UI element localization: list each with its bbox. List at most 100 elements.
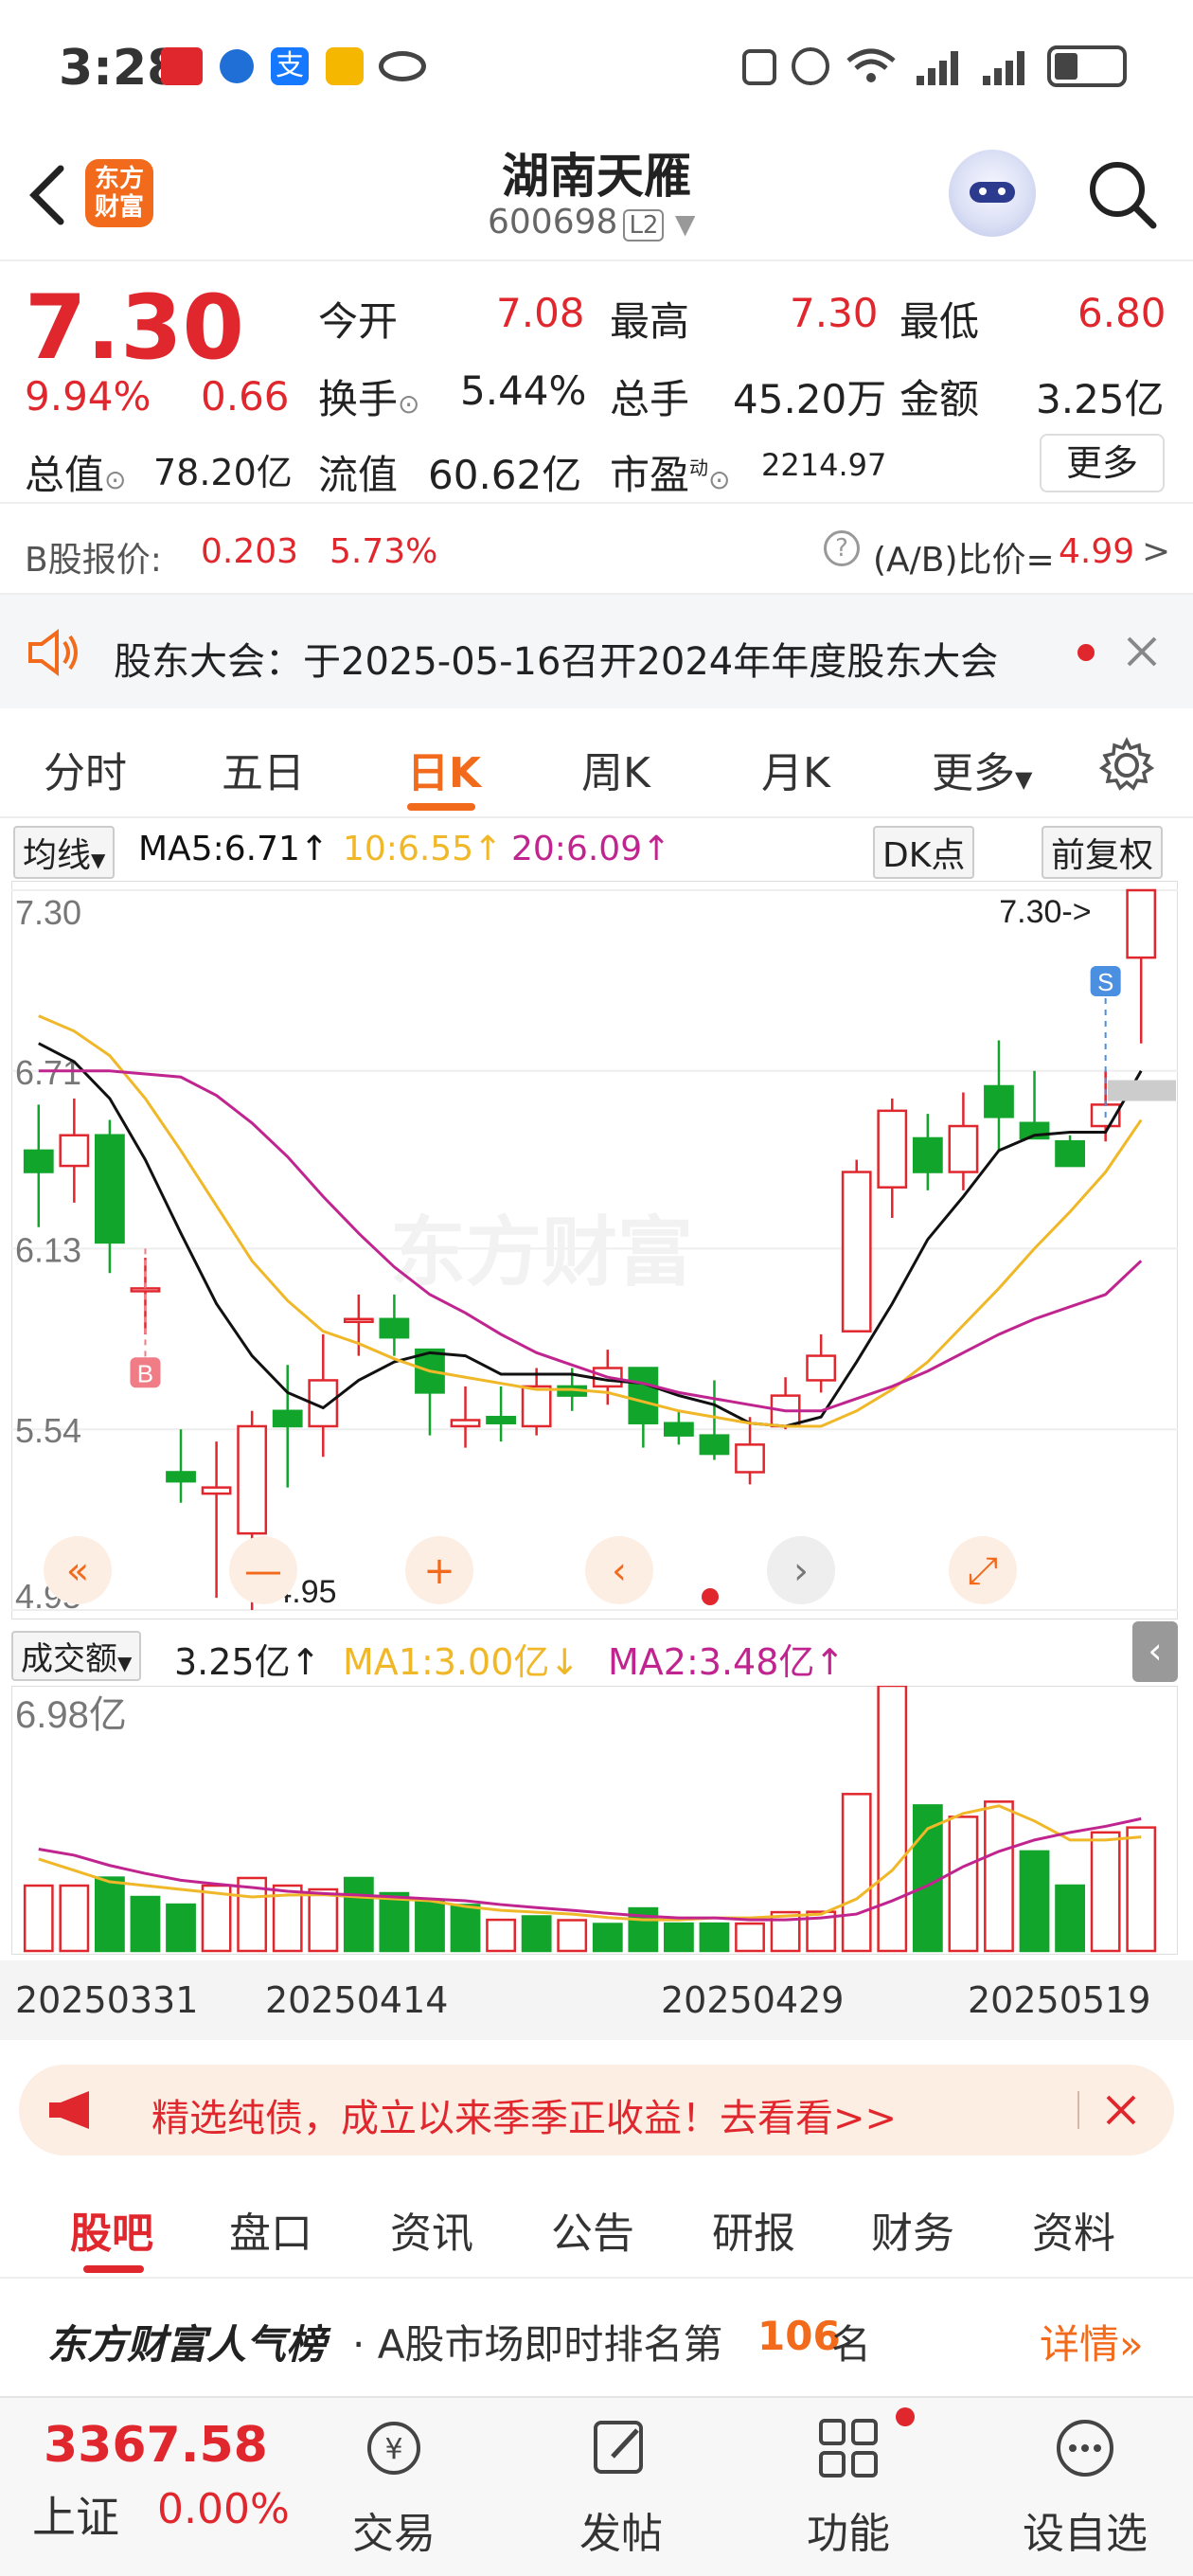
volume-bar bbox=[166, 1903, 196, 1953]
low-label: 最低 bbox=[899, 298, 980, 345]
minus-icon[interactable]: — bbox=[229, 1536, 297, 1604]
add-watchlist-button[interactable]: 设自选 bbox=[1000, 2407, 1170, 2560]
tab-orderbook[interactable]: 盘口 bbox=[229, 2199, 312, 2260]
collapse-panel-icon[interactable]: ‹ bbox=[1132, 1621, 1178, 1682]
right-icon-glyph: › bbox=[793, 1549, 809, 1593]
b-share-row[interactable]: B股报价: 0.203 5.73% ? (A/B)比价= 4.99 > bbox=[0, 504, 1193, 595]
candle bbox=[237, 1424, 268, 1535]
nfc-icon bbox=[742, 49, 776, 85]
stock-code-selector[interactable]: 600698 L2 ▼ bbox=[488, 203, 695, 242]
tab-profile[interactable]: 资料 bbox=[1032, 2199, 1115, 2260]
ai-assistant-robot-icon[interactable] bbox=[949, 150, 1036, 237]
search-icon[interactable] bbox=[1083, 155, 1159, 231]
index-value[interactable]: 3367.58 bbox=[44, 2417, 268, 2474]
amount-label: 金额 bbox=[899, 376, 980, 422]
zoom-out-icon[interactable]: « bbox=[44, 1536, 112, 1604]
candlestick-chart[interactable]: 7.306.716.135.544.95东方财富7.30-><-4.95SB« —… bbox=[11, 881, 1178, 1619]
candle bbox=[201, 1486, 232, 1495]
tab-forum[interactable]: 股吧 bbox=[70, 2199, 153, 2260]
tab-weekly-k[interactable]: 周K bbox=[581, 739, 650, 799]
volume-bar bbox=[343, 1876, 374, 1953]
help-icon[interactable]: ? bbox=[824, 530, 860, 566]
volume-current: 3.25亿↑ bbox=[174, 1641, 321, 1683]
fullscreen-icon[interactable]: ⤢ bbox=[949, 1536, 1017, 1604]
candle bbox=[912, 1136, 943, 1173]
level2-badge: L2 bbox=[623, 209, 665, 242]
tab-monthly-k[interactable]: 月K bbox=[761, 739, 830, 799]
tab-intraday[interactable]: 分时 bbox=[44, 739, 127, 799]
low-value: 6.80 bbox=[1077, 290, 1166, 336]
edit-icon bbox=[594, 2421, 643, 2474]
close-icon[interactable] bbox=[1102, 2091, 1140, 2129]
plus-icon[interactable]: + bbox=[405, 1536, 473, 1604]
volume-chart[interactable]: 6.98亿 bbox=[11, 1686, 1178, 1955]
app-notification-icon bbox=[161, 47, 203, 85]
trade-button[interactable]: ¥ 交易 bbox=[318, 2407, 470, 2560]
buy-marker-label: B bbox=[137, 1359, 153, 1387]
turnover-value: 5.44% bbox=[460, 367, 587, 414]
more-button[interactable]: 更多 bbox=[1040, 434, 1165, 492]
volume-bar bbox=[592, 1923, 623, 1953]
tab-five-day[interactable]: 五日 bbox=[222, 739, 305, 799]
watermark: 东方财富 bbox=[390, 1208, 693, 1297]
candle bbox=[450, 1419, 481, 1428]
popularity-rank-row[interactable]: 东方财富人气榜 · A股市场即时排名第 106 名 详情» bbox=[0, 2279, 1193, 2392]
candle bbox=[95, 1134, 125, 1244]
volume-bar bbox=[521, 1915, 552, 1953]
notice-banner[interactable]: 股东大会：于2025-05-16召开2024年年度股东大会 bbox=[0, 595, 1193, 708]
post-button[interactable]: 发帖 bbox=[545, 2407, 697, 2560]
tab-more[interactable]: 更多▼ bbox=[932, 739, 1032, 799]
left-icon[interactable]: ‹ bbox=[585, 1536, 653, 1604]
grid-icon bbox=[819, 2419, 878, 2478]
functions-button[interactable]: 功能 bbox=[773, 2407, 924, 2560]
volume-indicator-selector[interactable]: 成交额▼ bbox=[11, 1631, 142, 1681]
mktcap-label[interactable]: 总值⊙ bbox=[25, 443, 126, 501]
volume-bar bbox=[1090, 1831, 1121, 1953]
open-label: 今开 bbox=[318, 298, 399, 345]
candle bbox=[1055, 1139, 1085, 1168]
volume-value: 45.20万 bbox=[733, 376, 887, 422]
change-amount: 0.66 bbox=[201, 373, 290, 420]
close-icon[interactable] bbox=[1123, 633, 1161, 671]
candle bbox=[23, 1149, 54, 1173]
tab-research[interactable]: 研报 bbox=[712, 2199, 795, 2260]
volume-bar bbox=[984, 1800, 1014, 1953]
rank-detail-link[interactable]: 详情» bbox=[1040, 2313, 1144, 2370]
tab-news[interactable]: 资讯 bbox=[390, 2199, 473, 2260]
volume-legend-bar: 成交额▼ 3.25亿↑ MA1:3.00亿↓ MA2:3.48亿↑ ‹ bbox=[0, 1621, 1193, 1688]
candle bbox=[521, 1385, 552, 1428]
indicator-selector[interactable]: 均线▼ bbox=[13, 826, 116, 879]
page-indicator-dot bbox=[702, 1588, 719, 1605]
right-icon[interactable]: › bbox=[767, 1536, 835, 1604]
signal-icon bbox=[915, 47, 964, 85]
amount-value: 3.25亿 bbox=[1036, 376, 1165, 422]
candle bbox=[486, 1416, 516, 1424]
promo-banner[interactable]: 精选纯债，成立以来季季正收益！去看看>> bbox=[19, 2065, 1174, 2156]
turnover-label[interactable]: 换手⊙ bbox=[318, 367, 419, 425]
volume-bar bbox=[1019, 1850, 1050, 1953]
rank-brand: 东方财富人气榜 bbox=[47, 2321, 327, 2368]
pe-label[interactable]: 市盈动⊙ bbox=[610, 443, 730, 501]
wifi-icon bbox=[845, 47, 898, 85]
date-label: 20250331 bbox=[15, 1979, 199, 2021]
high-label: 最高 bbox=[610, 298, 690, 345]
candle bbox=[343, 1317, 374, 1324]
minus-icon-glyph: — bbox=[244, 1549, 282, 1593]
forward-adjust-button[interactable]: 前复权 bbox=[1042, 826, 1164, 879]
candle bbox=[735, 1443, 765, 1474]
y-tick-label: 5.54 bbox=[15, 1411, 81, 1450]
volume-bar bbox=[841, 1793, 872, 1953]
b-share-label: B股报价: bbox=[25, 541, 162, 580]
tab-daily-k[interactable]: 日K bbox=[407, 739, 481, 799]
volume-bar bbox=[450, 1904, 481, 1953]
tab-finance[interactable]: 财务 bbox=[871, 2199, 954, 2260]
volume-bar bbox=[486, 1918, 516, 1953]
info-icon: ⊙ bbox=[398, 388, 420, 420]
tab-announcements[interactable]: 公告 bbox=[551, 2199, 634, 2260]
max-price-annotation: 7.30-> bbox=[999, 894, 1091, 930]
dk-point-button[interactable]: DK点 bbox=[873, 826, 975, 879]
alipay-icon: 支 bbox=[271, 47, 309, 85]
settings-gear-icon[interactable] bbox=[1098, 737, 1155, 794]
volume-bar bbox=[308, 1887, 339, 1953]
more-dots-icon bbox=[1057, 2420, 1113, 2477]
